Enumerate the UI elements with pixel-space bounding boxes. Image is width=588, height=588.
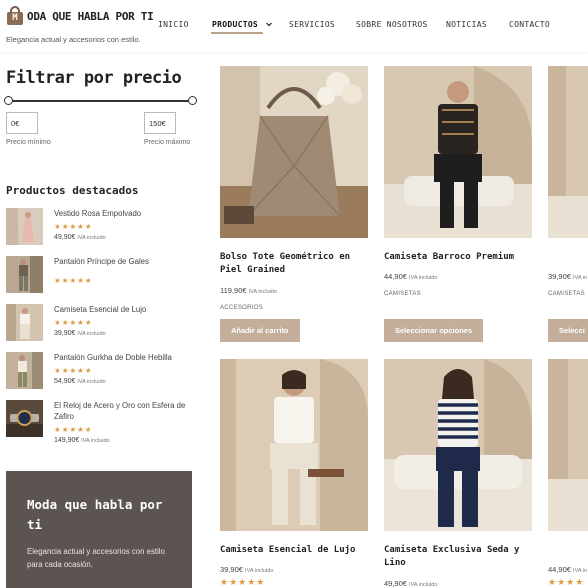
rating-stars: ★★★★★ <box>54 318 93 327</box>
price-value: 39,90€ <box>548 272 571 281</box>
essential-tee-image[interactable] <box>220 359 368 531</box>
rating-stars: ★★★★★ <box>54 276 93 285</box>
price-slider-track[interactable] <box>8 100 192 102</box>
featured-item[interactable]: Camiseta Esencial de Lujo ★★★★★ 39,90€ I… <box>6 304 192 344</box>
site-header: M ODA QUE HABLA POR TI Elegancia actual … <box>0 0 588 52</box>
featured-item[interactable]: Pantalón Príncipe de Gales ★★★★★ <box>6 256 192 296</box>
product-name[interactable]: Bolso Tote Geométrico en Piel Grained <box>220 251 370 277</box>
baroque-tee-image[interactable] <box>384 66 532 238</box>
product-name[interactable]: Camiseta Barroco Premium <box>384 251 534 264</box>
active-nav-underline <box>211 32 263 34</box>
product-category[interactable]: CAMISETAS <box>384 291 421 297</box>
select-options-button[interactable]: Selecci <box>548 319 588 342</box>
price-value: 44,90€ <box>548 565 571 574</box>
product-category[interactable]: ACCESORIOS <box>220 305 263 311</box>
price-slider-min-handle[interactable] <box>4 96 13 105</box>
tax-note: IVA incluido <box>77 235 106 241</box>
tax-note: IVA incluido <box>77 331 106 337</box>
price-value: 54,90€ <box>54 378 76 385</box>
tax-note: IVA incluido <box>409 582 438 588</box>
nav-sobre-nosotros[interactable]: SOBRE NOSOTROS <box>356 20 428 29</box>
tax-note: IVA incluido <box>245 568 274 574</box>
featured-item-name[interactable]: Pantalón Gurkha de Doble Hebilla <box>54 352 190 363</box>
price-value: 44,90€ <box>384 272 407 281</box>
featured-item[interactable]: Vestido Rosa Empolvado ★★★★★ 49,90€ IVA … <box>6 208 192 248</box>
product-price: 39,90€ IVA in <box>548 272 587 281</box>
featured-title: Productos destacados <box>6 184 139 197</box>
nav-noticias[interactable]: NOTICIAS <box>446 20 487 29</box>
watch-thumbnail <box>6 400 43 437</box>
nav-servicios[interactable]: SERVICIOS <box>289 20 335 29</box>
essential-tee-thumbnail <box>6 304 43 341</box>
featured-item-price: 54,90€ IVA incluido <box>54 378 106 385</box>
tax-note: IVA incluido <box>248 289 277 295</box>
product-price: 119,90€ IVA incluido <box>220 286 277 295</box>
pink-dress-thumbnail <box>6 208 43 245</box>
price-value: 39,90€ <box>220 565 243 574</box>
rating-stars: ★★★★ <box>548 577 585 587</box>
price-value: 49,90€ <box>384 579 407 588</box>
featured-item-name[interactable]: Pantalón Príncipe de Gales <box>54 256 190 267</box>
product-name[interactable]: Camiseta Esencial de Lujo <box>220 544 370 557</box>
add-to-cart-button[interactable]: Añadir al carrito <box>220 319 300 342</box>
price-value: 39,90€ <box>54 330 76 337</box>
promo-box: Moda que habla por ti Elegancia actual y… <box>6 471 192 588</box>
product-price: 39,90€ IVA incluido <box>220 565 273 574</box>
featured-item-price: 39,90€ IVA incluido <box>54 330 106 337</box>
price-value: 119,90€ <box>220 286 247 295</box>
min-price-input[interactable]: 0€ <box>6 112 38 134</box>
trousers-thumbnail <box>6 256 43 293</box>
max-price-input[interactable]: 150€ <box>144 112 176 134</box>
product-category[interactable]: CAMISETAS <box>548 291 585 297</box>
min-price-label: Precio mínimo <box>6 139 51 146</box>
gurkha-trousers-thumbnail <box>6 352 43 389</box>
tax-note: IVA in <box>573 568 588 574</box>
rating-stars: ★★★★★ <box>54 222 93 231</box>
nav-productos[interactable]: PRODUCTOS <box>212 20 273 29</box>
product-name[interactable]: Camiseta Exclusiva Seda y Lino <box>384 544 534 570</box>
select-options-button[interactable]: Seleccionar opciones <box>384 319 484 342</box>
product-price: 44,90€ IVA in <box>548 565 587 574</box>
tax-note: IVA in <box>573 275 588 281</box>
partial-product-image[interactable] <box>548 359 588 531</box>
featured-item-name[interactable]: Vestido Rosa Empolvado <box>54 208 190 219</box>
chevron-down-icon <box>266 22 273 27</box>
featured-item-name[interactable]: Camiseta Esencial de Lujo <box>54 304 190 315</box>
product-price: 44,90€ IVA incluido <box>384 272 437 281</box>
tax-note: IVA incluido <box>77 379 106 385</box>
site-tagline: Elegancia actual y accesorios con estilo… <box>6 35 141 44</box>
partial-product-image[interactable] <box>548 66 588 238</box>
rating-stars: ★★★★★ <box>54 366 93 375</box>
tax-note: IVA incluido <box>81 438 110 444</box>
rating-stars: ★★★★★ <box>54 425 93 434</box>
nav-productos-label: PRODUCTOS <box>212 20 259 29</box>
featured-item-price: 49,90€ IVA incluido <box>54 234 106 241</box>
tote-bag-image[interactable] <box>220 66 368 238</box>
featured-item-name[interactable]: El Reloj de Acero y Oro con Esfera de Za… <box>54 400 190 422</box>
main-nav: INICIO PRODUCTOS SERVICIOS SOBRE NOSOTRO… <box>0 20 588 34</box>
rating-stars: ★★★★★ <box>220 577 266 587</box>
nav-inicio[interactable]: INICIO <box>158 20 189 29</box>
featured-item[interactable]: El Reloj de Acero y Oro con Esfera de Za… <box>6 400 192 450</box>
promo-text: Elegancia actual y accesorios con estilo… <box>27 547 165 569</box>
price-value: 149,90€ <box>54 437 80 444</box>
price-value: 49,90€ <box>54 234 76 241</box>
silk-linen-tee-image[interactable] <box>384 359 532 531</box>
promo-title: Moda que habla por ti <box>27 497 163 532</box>
filter-title: Filtrar por precio <box>6 68 182 88</box>
nav-contacto[interactable]: CONTACTO <box>509 20 550 29</box>
tax-note: IVA incluido <box>409 275 438 281</box>
featured-item[interactable]: Pantalón Gurkha de Doble Hebilla ★★★★★ 5… <box>6 352 192 392</box>
product-price: 49,90€ IVA incluido <box>384 579 437 588</box>
price-slider-max-handle[interactable] <box>188 96 197 105</box>
featured-item-price: 149,90€ IVA incluido <box>54 437 110 444</box>
max-price-label: Precio máximo <box>144 139 191 146</box>
